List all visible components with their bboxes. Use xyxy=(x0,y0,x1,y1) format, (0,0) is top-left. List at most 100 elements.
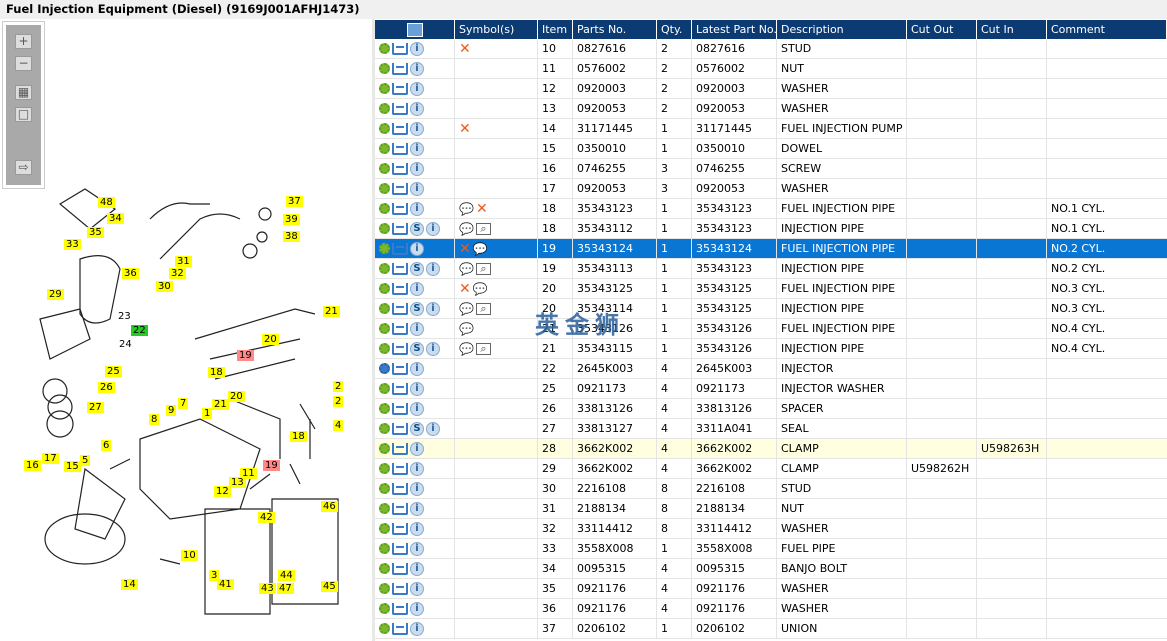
gear-icon[interactable] xyxy=(379,103,390,114)
callout-label[interactable]: 34 xyxy=(107,213,124,224)
callout-label[interactable]: 29 xyxy=(47,289,64,300)
table-row[interactable]: i 15 0350010 1 0350010 DOWEL xyxy=(375,139,1167,159)
table-row[interactable]: i 32 33114412 8 33114412 WASHER xyxy=(375,519,1167,539)
table-row[interactable]: Si 27 33813127 4 3311A041 SEAL xyxy=(375,419,1167,439)
gear-icon[interactable] xyxy=(379,623,390,634)
callout-label[interactable]: 8 xyxy=(149,414,160,425)
callout-label[interactable]: 33 xyxy=(64,239,81,250)
book-search-icon[interactable]: ⌕ xyxy=(475,222,491,235)
column-header[interactable]: Comment xyxy=(1047,20,1167,39)
cart-icon[interactable] xyxy=(392,162,408,175)
info-icon[interactable]: i xyxy=(410,61,424,76)
table-row[interactable]: i 37 0206102 1 0206102 UNION xyxy=(375,619,1167,639)
info-icon[interactable]: i xyxy=(410,461,424,476)
cart-icon[interactable] xyxy=(392,582,408,595)
gear-icon[interactable] xyxy=(379,563,390,574)
column-header[interactable]: Qty. xyxy=(657,20,692,39)
callout-label[interactable]: 32 xyxy=(169,268,186,279)
column-header[interactable]: Description xyxy=(777,20,907,39)
gear-icon[interactable] xyxy=(379,143,390,154)
gear-icon[interactable] xyxy=(379,123,390,134)
callout-label[interactable]: 12 xyxy=(214,486,231,497)
callout-label[interactable]: 24 xyxy=(117,339,134,350)
gear-icon[interactable] xyxy=(379,603,390,614)
gear-icon[interactable] xyxy=(379,543,390,554)
callout-label[interactable]: 47 xyxy=(277,583,294,594)
info-icon[interactable]: i xyxy=(426,221,440,236)
info-icon[interactable]: i xyxy=(410,121,424,136)
table-row[interactable]: i ✕ 💬 20 35343125 1 35343125 FUEL INJECTION PIP… xyxy=(375,279,1167,299)
info-icon[interactable]: i xyxy=(410,561,424,576)
gear-icon[interactable] xyxy=(379,83,390,94)
cart-icon[interactable] xyxy=(392,442,408,455)
note-bubble-icon[interactable]: 💬 xyxy=(473,282,488,296)
table-row[interactable]: i ✕ 10 0827616 2 0827616 STUD xyxy=(375,39,1167,59)
info-icon[interactable]: i xyxy=(410,581,424,596)
gear-icon[interactable] xyxy=(379,183,390,194)
callout-label[interactable]: 25 xyxy=(105,366,122,377)
info-icon[interactable]: i xyxy=(410,481,424,496)
table-row[interactable]: i 25 0921173 4 0921173 INJECTOR WASHER xyxy=(375,379,1167,399)
callout-label[interactable]: 23 xyxy=(116,311,133,322)
callout-label[interactable]: 9 xyxy=(166,405,177,416)
note-bubble-icon[interactable]: 💬 xyxy=(459,202,474,216)
book-search-icon[interactable]: ⌕ xyxy=(475,342,491,355)
callout-label[interactable]: 38 xyxy=(283,231,300,242)
table-row[interactable]: i 13 0920053 2 0920053 WASHER xyxy=(375,99,1167,119)
cart-icon[interactable] xyxy=(392,122,408,135)
column-header[interactable]: Item xyxy=(538,20,573,39)
gear-icon[interactable] xyxy=(379,583,390,594)
callout-label[interactable]: 21 xyxy=(212,399,229,410)
callout-label[interactable]: 19 xyxy=(263,460,280,471)
callout-label[interactable]: 37 xyxy=(286,196,303,207)
table-row[interactable]: i 11 0576002 2 0576002 NUT xyxy=(375,59,1167,79)
gear-icon[interactable] xyxy=(379,503,390,514)
gear-icon[interactable] xyxy=(379,463,390,474)
column-header[interactable]: Symbol(s) xyxy=(455,20,538,39)
table-row[interactable]: i 34 0095315 4 0095315 BANJO BOLT xyxy=(375,559,1167,579)
cart-icon[interactable] xyxy=(392,622,408,635)
callout-label[interactable]: 46 xyxy=(321,501,338,512)
callout-label[interactable]: 16 xyxy=(24,460,41,471)
table-row[interactable]: i ✕ 💬 19 35343124 1 35343124 FUEL INJECTION PIP… xyxy=(375,239,1167,259)
cart-icon[interactable] xyxy=(392,82,408,95)
callout-label[interactable]: 39 xyxy=(283,214,300,225)
cart-icon[interactable] xyxy=(392,242,408,255)
info-icon[interactable]: i xyxy=(410,201,424,216)
callout-label[interactable]: 19 xyxy=(237,350,254,361)
callout-label[interactable]: 5 xyxy=(80,455,91,466)
cart-icon[interactable] xyxy=(392,522,408,535)
callout-label[interactable]: 43 xyxy=(259,583,276,594)
table-row[interactable]: i 💬 ✕ 18 35343123 1 35343123 FUEL INJECTION PIP… xyxy=(375,199,1167,219)
callout-label[interactable]: 42 xyxy=(258,512,275,523)
callout-label[interactable]: 20 xyxy=(262,334,279,345)
table-row[interactable]: i 12 0920003 2 0920003 WASHER xyxy=(375,79,1167,99)
callout-label[interactable]: 18 xyxy=(290,431,307,442)
callout-label[interactable]: 6 xyxy=(101,440,112,451)
info-icon[interactable]: i xyxy=(410,281,424,296)
book-search-icon[interactable]: ⌕ xyxy=(475,302,491,315)
callout-label[interactable]: 41 xyxy=(217,579,234,590)
callout-label[interactable]: 18 xyxy=(208,367,225,378)
callout-label[interactable]: 10 xyxy=(181,550,198,561)
cart-icon[interactable] xyxy=(392,422,408,435)
callout-label[interactable]: 44 xyxy=(278,570,295,581)
info-icon[interactable]: i xyxy=(410,161,424,176)
table-row[interactable]: i 17 0920053 3 0920053 WASHER xyxy=(375,179,1167,199)
cart-icon[interactable] xyxy=(392,262,408,275)
info-icon[interactable]: i xyxy=(410,361,424,376)
info-icon[interactable]: i xyxy=(410,241,424,256)
table-row[interactable]: Si 💬 ⌕ 19 35343113 1 35343123 INJECTION PIPE NO.… xyxy=(375,259,1167,279)
table-row[interactable]: Si 💬 ⌕ 20 35343114 1 35343125 INJECTION PIPE NO.… xyxy=(375,299,1167,319)
info-icon[interactable]: i xyxy=(426,421,440,436)
fit-to-window-button[interactable]: ▦ xyxy=(15,85,32,100)
column-header[interactable]: Parts No. xyxy=(573,20,657,39)
table-row[interactable]: Si 💬 ⌕ 21 35343115 1 35343126 INJECTION PIPE NO.… xyxy=(375,339,1167,359)
table-row[interactable]: Si 💬 ⌕ 18 35343112 1 35343123 INJECTION PIPE NO.… xyxy=(375,219,1167,239)
info-icon[interactable]: i xyxy=(410,321,424,336)
callout-label[interactable]: 1 xyxy=(202,408,213,419)
callout-label[interactable]: 15 xyxy=(64,461,81,472)
cart-icon[interactable] xyxy=(392,402,408,415)
note-bubble-icon[interactable]: 💬 xyxy=(459,342,474,356)
gear-icon[interactable] xyxy=(379,323,390,334)
